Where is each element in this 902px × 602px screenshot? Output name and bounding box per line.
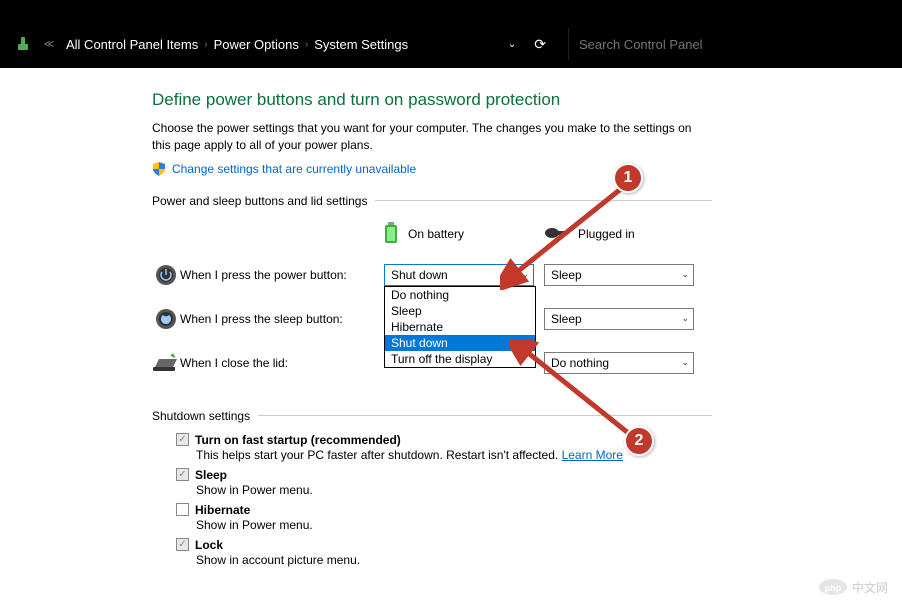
hibernate-item: Hibernate Show in Power menu. xyxy=(176,503,712,532)
power-button-plugged-combo[interactable]: Sleep ⌄ xyxy=(544,264,694,286)
dropdown-option[interactable]: Turn off the display xyxy=(385,351,535,367)
hibernate-desc: Show in Power menu. xyxy=(196,518,712,532)
section-legend: Shutdown settings xyxy=(152,409,712,427)
combo-value: Sleep xyxy=(551,268,582,282)
on-battery-label: On battery xyxy=(408,227,464,241)
hibernate-checkbox[interactable] xyxy=(176,503,189,516)
change-settings-link-row: Change settings that are currently unava… xyxy=(152,162,902,176)
plugged-in-label: Plugged in xyxy=(578,227,635,241)
hibernate-label: Hibernate xyxy=(195,503,250,517)
breadcrumb-item[interactable]: System Settings xyxy=(314,37,408,52)
lock-checkbox[interactable]: ✓ xyxy=(176,538,189,551)
search-box[interactable] xyxy=(568,28,888,60)
breadcrumb-item[interactable]: Power Options xyxy=(214,37,299,52)
section-legend: Power and sleep buttons and lid settings xyxy=(152,194,712,212)
sleep-button-icon xyxy=(152,308,180,330)
refresh-icon[interactable]: ⟳ xyxy=(534,36,546,53)
lid-icon xyxy=(152,353,180,373)
learn-more-link[interactable]: Learn More xyxy=(562,448,623,462)
lid-label: When I close the lid: xyxy=(180,356,384,370)
lock-label: Lock xyxy=(195,538,223,552)
page-description: Choose the power settings that you want … xyxy=(152,120,712,154)
dropdown-option[interactable]: Hibernate xyxy=(385,319,535,335)
fast-startup-checkbox[interactable]: ✓ xyxy=(176,433,189,446)
content-area: Define power buttons and turn on passwor… xyxy=(0,68,902,567)
power-sleep-section: Power and sleep buttons and lid settings… xyxy=(152,194,712,393)
power-button-row: When I press the power button: Shut down… xyxy=(152,261,712,289)
combo-value: Do nothing xyxy=(551,356,609,370)
plugged-in-header: Plugged in xyxy=(544,226,704,243)
dropdown-option[interactable]: Sleep xyxy=(385,303,535,319)
plug-icon xyxy=(544,226,568,243)
power-button-battery-combo[interactable]: Shut down ⌄ Do nothing Sleep Hibernate S… xyxy=(384,264,534,286)
power-button-dropdown-menu: Do nothing Sleep Hibernate Shut down Tur… xyxy=(384,286,536,368)
chevron-down-icon[interactable]: ⌄ xyxy=(508,39,516,50)
chevron-down-icon: ⌄ xyxy=(681,269,689,280)
lock-item: ✓ Lock Show in account picture menu. xyxy=(176,538,712,567)
change-settings-link[interactable]: Change settings that are currently unava… xyxy=(172,162,416,176)
chevron-down-icon: ⌄ xyxy=(681,313,689,324)
window-titlebar xyxy=(0,0,902,20)
lock-desc: Show in account picture menu. xyxy=(196,553,712,567)
battery-icon xyxy=(384,222,398,247)
chevron-down-icon: ⌄ xyxy=(521,269,529,280)
fast-startup-label: Turn on fast startup (recommended) xyxy=(195,433,401,447)
chevron-right-icon: › xyxy=(204,39,207,50)
svg-text:php: php xyxy=(825,583,842,593)
annotation-badge-2: 2 xyxy=(624,426,654,456)
combo-value: Shut down xyxy=(391,268,448,282)
on-battery-header: On battery xyxy=(384,222,544,247)
sleep-button-label: When I press the sleep button: xyxy=(180,312,384,326)
dropdown-option[interactable]: Do nothing xyxy=(385,287,535,303)
lid-plugged-combo[interactable]: Do nothing ⌄ xyxy=(544,352,694,374)
power-options-icon xyxy=(14,35,32,53)
sleep-button-plugged-combo[interactable]: Sleep ⌄ xyxy=(544,308,694,330)
power-button-icon xyxy=(152,264,180,286)
sleep-desc: Show in Power menu. xyxy=(196,483,712,497)
uac-shield-icon xyxy=(152,162,166,176)
page-title: Define power buttons and turn on passwor… xyxy=(152,90,902,110)
breadcrumb-item[interactable]: All Control Panel Items xyxy=(66,37,198,52)
sleep-item: ✓ Sleep Show in Power menu. xyxy=(176,468,712,497)
watermark: php 中文网 xyxy=(818,578,888,596)
combo-value: Sleep xyxy=(551,312,582,326)
chevron-down-icon: ⌄ xyxy=(681,357,689,368)
breadcrumb-chevrons-icon: ≪ xyxy=(40,35,58,53)
chevron-right-icon: › xyxy=(305,39,308,50)
sleep-label: Sleep xyxy=(195,468,227,482)
sleep-checkbox[interactable]: ✓ xyxy=(176,468,189,481)
power-button-label: When I press the power button: xyxy=(180,268,384,282)
navigation-bar: ≪ All Control Panel Items › Power Option… xyxy=(0,20,902,68)
dropdown-option-selected[interactable]: Shut down xyxy=(385,335,535,351)
column-headers: On battery Plugged in xyxy=(152,222,712,247)
breadcrumb[interactable]: All Control Panel Items › Power Options … xyxy=(66,37,490,52)
annotation-badge-1: 1 xyxy=(613,163,643,193)
search-input[interactable] xyxy=(579,37,878,52)
